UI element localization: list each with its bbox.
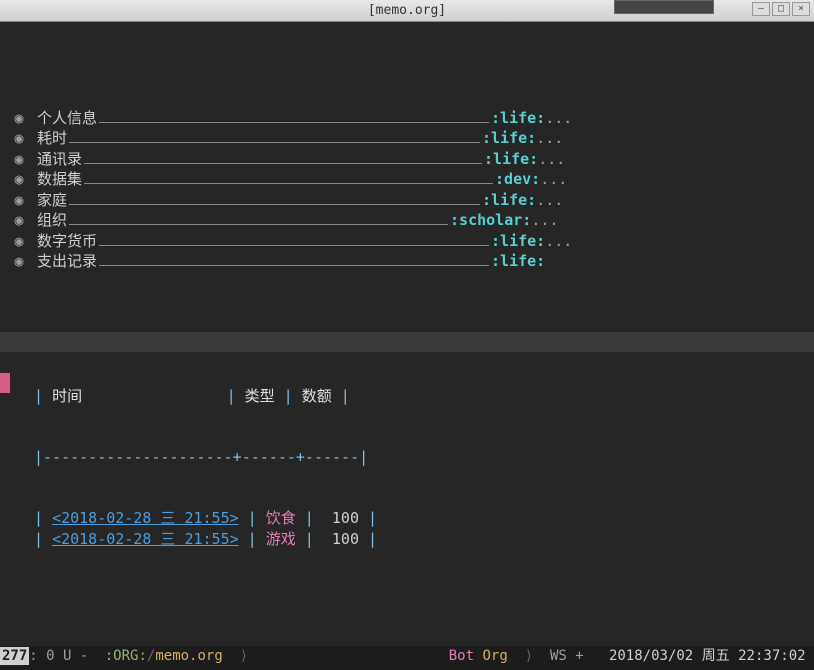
modeline: 277 : 0 U - :ORG: / memo.org ⟩ Bot Org ⟩…: [0, 646, 814, 666]
heading-title: 个人信息: [28, 108, 97, 128]
heading-tag: :life:: [491, 108, 545, 128]
heading-title: 通讯录: [28, 149, 82, 169]
window-title: [memo.org]: [368, 2, 446, 20]
heading-title: 数字货币: [28, 231, 97, 251]
fold-ellipsis: ...: [540, 169, 567, 189]
bullet-icon: ◉: [10, 190, 28, 210]
org-heading[interactable]: ◉ 数字货币 :life:...: [10, 230, 804, 251]
table-separator: |---------------------+------+------|: [34, 447, 804, 468]
org-table: | 时间 | 类型 | 数额 | |---------------------+…: [34, 346, 804, 590]
close-button[interactable]: ×: [792, 2, 810, 16]
modeline-major-mode: Org: [482, 647, 507, 666]
modeline-filename: memo.org: [155, 647, 222, 666]
bullet-icon: ◉: [10, 231, 28, 251]
cursor-block: [0, 373, 10, 393]
bullet-icon: ◉: [10, 108, 28, 128]
fold-ellipsis: ...: [536, 190, 563, 210]
modeline-workspace: WS +: [550, 647, 584, 666]
heading-filler: [69, 189, 480, 205]
maximize-button[interactable]: □: [772, 2, 790, 16]
heading-filler: [99, 230, 489, 246]
minimize-button[interactable]: —: [752, 2, 770, 16]
org-heading[interactable]: ◉ 组织 :scholar:...: [10, 209, 804, 230]
cell-amount: 100: [332, 529, 359, 550]
heading-title: 支出记录: [28, 251, 97, 271]
bullet-icon: ◉: [10, 169, 28, 189]
heading-tag: :life:: [482, 190, 536, 210]
heading-tag: :life:: [491, 231, 545, 251]
modeline-mode-tag: :ORG:: [105, 647, 147, 666]
heading-title: 耗时: [28, 128, 67, 148]
modeline-position: Bot: [449, 647, 474, 666]
org-heading[interactable]: ◉ 通讯录 :life:...: [10, 148, 804, 169]
echo-area: [0, 666, 814, 670]
heading-tag: :scholar:: [450, 210, 531, 230]
cell-type: 饮食: [266, 508, 296, 529]
modeline-date: 2018/03/02: [609, 647, 693, 666]
cell-date[interactable]: <2018-02-28 三 21:55>: [52, 508, 239, 529]
bullet-icon: ◉: [10, 149, 28, 169]
window-controls: — □ ×: [752, 2, 810, 16]
titlebar-remnant: [614, 0, 714, 14]
fold-ellipsis: ...: [538, 149, 565, 169]
org-heading[interactable]: ◉ 个人信息 :life:...: [10, 107, 804, 128]
modeline-time: 22:37:02: [738, 647, 805, 666]
table-row[interactable]: | <2018-02-28 三 21:55> | 游戏 | 100 |: [34, 529, 804, 550]
heading-title: 家庭: [28, 190, 67, 210]
fold-ellipsis: ...: [531, 210, 558, 230]
heading-tag: :life:: [482, 128, 536, 148]
fold-ellipsis: ...: [545, 108, 572, 128]
org-headings: ◉ 个人信息 :life:... ◉ 耗时 :life:... ◉ 通讯录 :life:.…: [10, 107, 804, 271]
org-heading[interactable]: ◉ 支出记录 :life:: [10, 250, 804, 271]
heading-title: 组织: [28, 210, 67, 230]
heading-title: 数据集: [28, 169, 82, 189]
modeline-state: : 0 U -: [29, 647, 88, 666]
heading-filler: [69, 209, 448, 225]
heading-filler: [84, 168, 493, 184]
bullet-icon: ◉: [10, 210, 28, 230]
modeline-line-number: 277: [0, 647, 29, 666]
heading-filler: [69, 127, 480, 143]
modeline-day: 周五: [702, 647, 730, 666]
cell-type: 游戏: [266, 529, 296, 550]
window-titlebar: [memo.org] — □ ×: [0, 0, 814, 22]
bullet-icon: ◉: [10, 128, 28, 148]
heading-filler: [99, 250, 489, 266]
heading-filler: [84, 148, 482, 164]
fold-ellipsis: ...: [536, 128, 563, 148]
fold-ellipsis: ...: [545, 231, 572, 251]
cell-date[interactable]: <2018-02-28 三 21:55>: [52, 529, 239, 550]
org-heading[interactable]: ◉ 家庭 :life:...: [10, 189, 804, 210]
heading-tag: :life:: [491, 251, 545, 271]
editor-area[interactable]: ◉ 个人信息 :life:... ◉ 耗时 :life:... ◉ 通讯录 :life:.…: [0, 22, 814, 646]
table-row[interactable]: | <2018-02-28 三 21:55> | 饮食 | 100 |: [34, 508, 804, 529]
heading-filler: [99, 107, 489, 123]
org-heading[interactable]: ◉ 耗时 :life:...: [10, 127, 804, 148]
org-heading[interactable]: ◉ 数据集 :dev:...: [10, 168, 804, 189]
cursor-line: [0, 332, 814, 352]
heading-tag: :dev:: [495, 169, 540, 189]
modeline-path-sep: /: [147, 647, 155, 666]
cell-amount: 100: [332, 508, 359, 529]
heading-tag: :life:: [484, 149, 538, 169]
bullet-icon: ◉: [10, 251, 28, 271]
